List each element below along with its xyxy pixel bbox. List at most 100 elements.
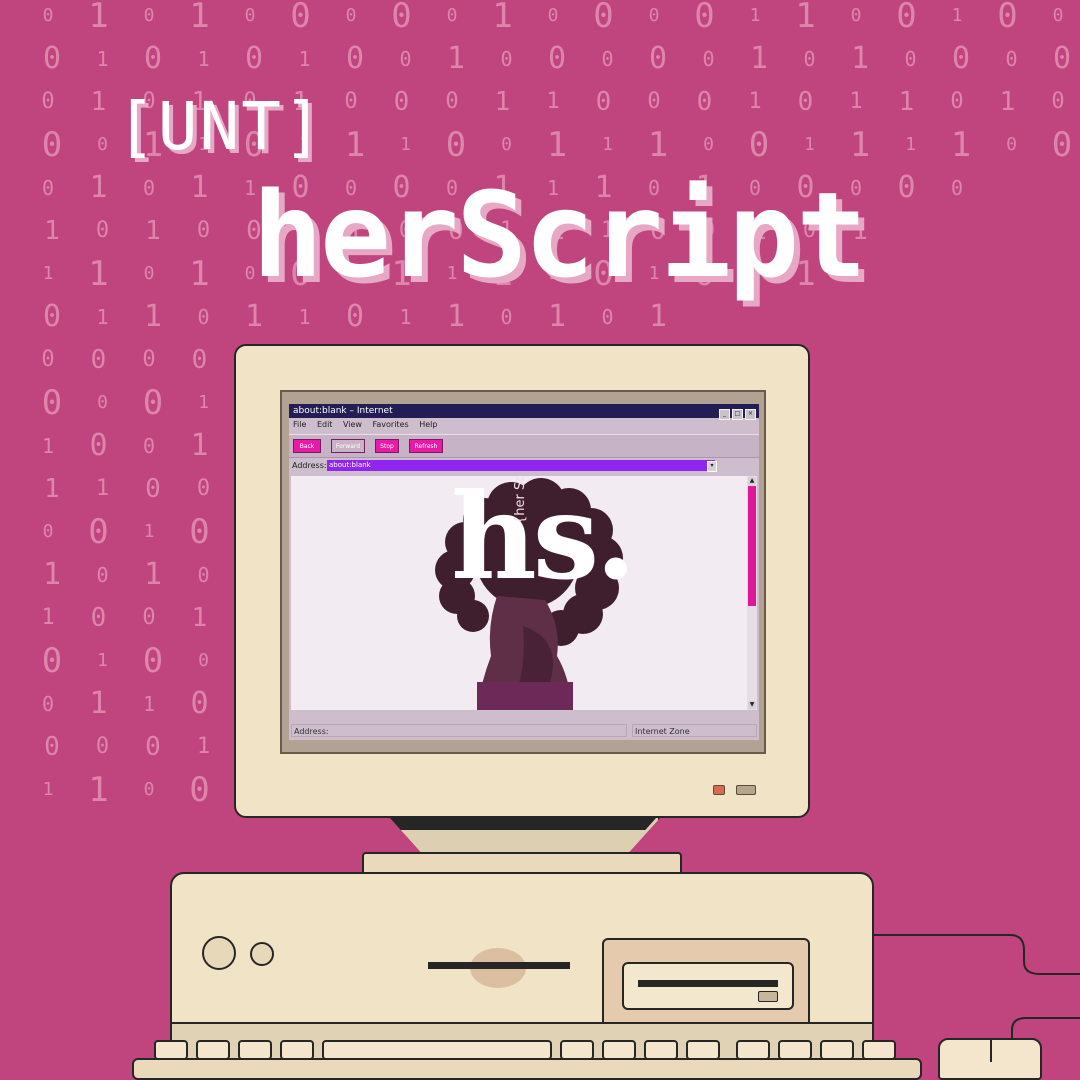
binary-digit: 0	[950, 176, 964, 200]
disk-slot	[428, 962, 570, 969]
binary-digit: 0	[143, 779, 155, 800]
binary-digit: 0	[648, 41, 668, 76]
binary-digit: 0	[142, 434, 156, 458]
binary-digit: 0	[897, 170, 916, 205]
back-button[interactable]: Back	[293, 439, 321, 453]
binary-digit: 0	[90, 345, 107, 375]
binary-digit: 0	[595, 87, 612, 117]
menu-view[interactable]: View	[343, 420, 362, 429]
binary-digit: 0	[951, 41, 971, 76]
binary-digit: 0	[501, 134, 512, 155]
binary-digit: 1	[190, 170, 209, 205]
binary-digit: 0	[601, 47, 614, 71]
binary-digit: 1	[849, 89, 863, 114]
binary-digit: 1	[492, 0, 513, 36]
binary-digit: 0	[399, 47, 412, 71]
binary-digit: 0	[1052, 5, 1064, 26]
browser-title: about:blank – Internet	[293, 406, 393, 416]
binary-digit: 0	[145, 474, 161, 504]
binary-digit: 0	[89, 428, 108, 463]
stop-button[interactable]: Stop	[375, 439, 399, 453]
scroll-down-icon[interactable]: ▼	[748, 701, 756, 709]
binary-digit: 1	[804, 134, 815, 155]
binary-digit: 1	[143, 521, 155, 542]
binary-digit: 0	[896, 0, 917, 36]
binary-digit: 1	[42, 263, 54, 284]
binary-digit: 1	[749, 5, 761, 26]
keyboard-key	[778, 1040, 812, 1060]
binary-digit: 1	[749, 41, 769, 76]
vertical-scrollbar[interactable]: ▲ ▼	[747, 476, 757, 710]
binary-digit: 1	[97, 650, 108, 671]
scrollbar-thumb[interactable]	[748, 486, 756, 606]
binary-digit: 0	[1051, 125, 1073, 165]
computer-tower	[170, 872, 874, 1062]
binary-digit: 0	[345, 299, 365, 334]
binary-digit: 0	[41, 176, 55, 200]
binary-digit: 0	[191, 345, 208, 375]
binary-digit: 0	[143, 5, 155, 26]
hs-logo-mark: hs.	[451, 476, 636, 606]
binary-digit: 0	[42, 299, 62, 334]
binary-digit: 1	[95, 476, 110, 501]
eject-button	[758, 991, 778, 1002]
binary-digit: 1	[446, 41, 466, 76]
binary-digit: 1	[42, 557, 62, 592]
binary-digit: 0	[748, 125, 770, 165]
binary-digit: 1	[44, 216, 60, 246]
binary-digit: 0	[189, 770, 210, 810]
binary-digit: 0	[593, 0, 614, 36]
binary-digit: 0	[41, 125, 63, 165]
menu-edit[interactable]: Edit	[317, 420, 333, 429]
binary-digit: 1	[198, 392, 209, 413]
binary-digit: 0	[445, 125, 467, 165]
monitor-button	[736, 785, 756, 795]
binary-digit: 1	[494, 87, 511, 117]
binary-digit: 1	[42, 779, 54, 800]
binary-digit: 0	[393, 87, 410, 117]
keyboard-spacebar	[322, 1040, 552, 1060]
address-dropdown-icon[interactable]: ▾	[707, 461, 717, 472]
binary-digit: 0	[445, 89, 459, 114]
binary-digit: 1	[197, 47, 210, 71]
binary-digit: 1	[795, 0, 816, 36]
address-label: Address:	[292, 461, 327, 470]
page-content: hs. {her Script}	[291, 476, 747, 710]
binary-digit: 1	[547, 299, 567, 334]
binary-digit: 1	[41, 434, 55, 458]
binary-digit: 1	[999, 87, 1016, 117]
browser-toolbar: Back Forward Stop Refresh	[289, 434, 759, 458]
address-bar: Address: about:blank ▾	[289, 458, 759, 474]
address-input[interactable]: about:blank	[327, 460, 715, 471]
binary-digit: 1	[298, 47, 311, 71]
binary-digit: 1	[446, 299, 466, 334]
keyboard-key	[602, 1040, 636, 1060]
binary-digit: 1	[298, 305, 311, 329]
binary-digit: 0	[97, 392, 108, 413]
binary-digit: 0	[850, 5, 862, 26]
binary-digit: 0	[97, 134, 108, 155]
binary-digit: 0	[196, 476, 211, 501]
browser-window: about:blank – Internet _ □ × File Edit Vie…	[289, 404, 759, 740]
binary-digit: 0	[142, 347, 156, 372]
binary-digit: 0	[41, 347, 55, 372]
binary-digit: 1	[90, 87, 107, 117]
binary-digit: 0	[803, 47, 816, 71]
hs-logo-subtitle: {her Script}	[513, 476, 528, 524]
keyboard-key	[736, 1040, 770, 1060]
binary-digit: 1	[602, 134, 613, 155]
binary-digit: 0	[142, 383, 164, 423]
status-bar: Address: Internet Zone	[289, 724, 759, 738]
status-address: Address:	[291, 724, 627, 737]
scroll-up-icon[interactable]: ▲	[748, 477, 756, 485]
binary-digit: 0	[244, 41, 264, 76]
binary-digit: 1	[191, 603, 208, 633]
menu-help[interactable]: Help	[419, 420, 437, 429]
binary-digit: 0	[797, 87, 814, 117]
binary-digit: 0	[547, 5, 559, 26]
binary-digit: 1	[145, 216, 161, 246]
menu-file[interactable]: File	[293, 420, 306, 429]
menu-favorites[interactable]: Favorites	[373, 420, 409, 429]
refresh-button[interactable]: Refresh	[409, 439, 443, 453]
forward-button[interactable]: Forward	[331, 439, 365, 453]
